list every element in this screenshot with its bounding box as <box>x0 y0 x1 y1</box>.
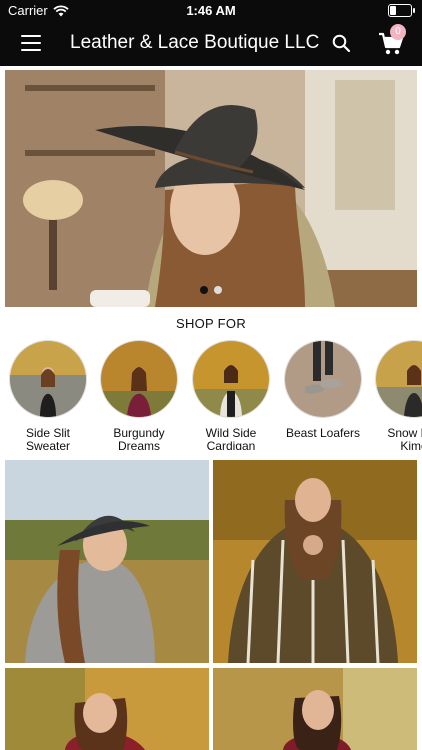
product-image <box>213 460 417 663</box>
battery-icon <box>388 4 415 17</box>
category-item[interactable]: Burgundy Dreams <box>95 340 183 450</box>
shop-for-heading: SHOP FOR <box>175 316 247 331</box>
category-thumbnail[interactable] <box>192 340 270 418</box>
category-label-line1: Beast Loafers <box>285 426 361 440</box>
category-thumbnail[interactable] <box>284 340 362 418</box>
product-tile[interactable] <box>213 460 417 663</box>
category-label-line2: Sweater <box>25 439 71 451</box>
category-label-line2: Cardigan <box>206 439 256 451</box>
category-item[interactable]: Side Slit Sweater <box>4 340 92 450</box>
product-tile[interactable] <box>213 668 417 750</box>
category-label-line1: Side Slit <box>25 426 71 440</box>
category-thumbnail[interactable] <box>375 340 422 418</box>
category-label-line1: Snow Leo <box>387 426 422 440</box>
product-image <box>5 460 209 663</box>
category-thumbnail[interactable] <box>9 340 87 418</box>
category-label-line1: Wild Side <box>205 426 257 440</box>
category-label-line2: Kimo <box>400 439 422 451</box>
nav-row: Leather & Lace Boutique LLC 0 <box>0 24 422 64</box>
status-bar: Carrier 1:46 AM <box>0 0 422 22</box>
product-image <box>5 668 209 750</box>
hero-image <box>5 70 417 307</box>
carousel-dot-1[interactable] <box>200 286 208 294</box>
hero-banner[interactable] <box>5 70 417 307</box>
status-time: 1:46 AM <box>186 3 236 18</box>
category-carousel[interactable]: Side Slit Sweater Burgundy Dreams Wild Sid… <box>0 340 422 450</box>
search-icon[interactable] <box>332 34 350 52</box>
carousel-indicator[interactable] <box>5 281 417 299</box>
product-image <box>213 668 417 750</box>
category-thumbnail[interactable] <box>100 340 178 418</box>
category-item[interactable]: Wild Side Cardigan <box>187 340 275 450</box>
carousel-dot-2[interactable] <box>214 286 222 294</box>
cart-count-badge: 0 <box>390 24 406 40</box>
app-title: Leather & Lace Boutique LLC <box>70 32 320 53</box>
category-item[interactable]: Beast Loafers <box>279 340 367 440</box>
product-tile[interactable] <box>5 460 209 663</box>
category-label-line1: Burgundy <box>113 426 165 440</box>
hamburger-menu-icon[interactable] <box>21 35 41 51</box>
category-item[interactable]: Snow LeoKimo <box>370 340 422 450</box>
top-bar: Carrier 1:46 AM Leather & Lace Boutique … <box>0 0 422 66</box>
category-label-line2: Dreams <box>117 439 160 451</box>
product-tile[interactable] <box>5 668 209 750</box>
